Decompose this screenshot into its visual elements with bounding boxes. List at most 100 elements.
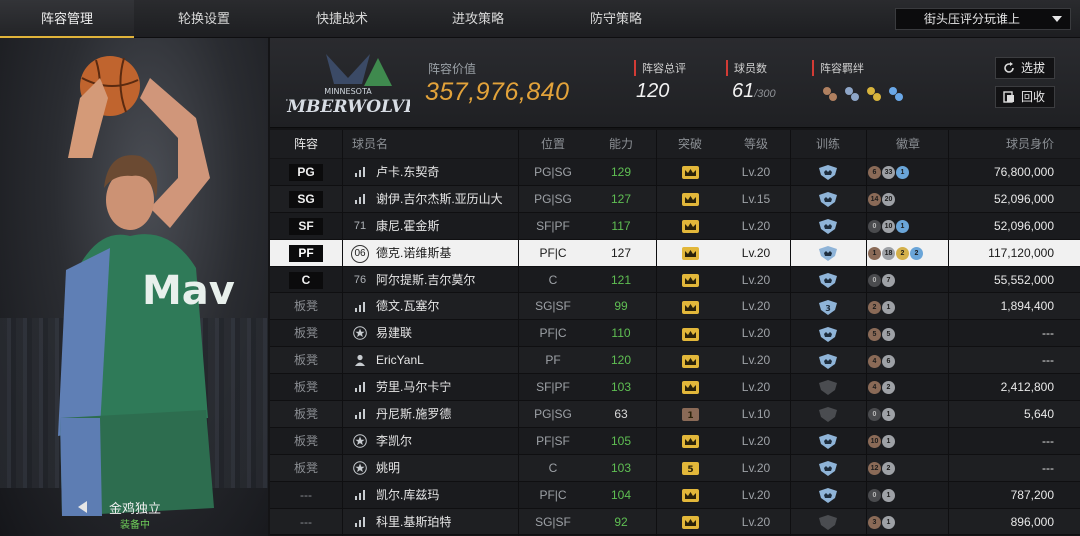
table-row[interactable]: 板凳 劳里.马尔卡宁 SF|PF 103 Lv.20 2,412,800 4 2 [270, 374, 1080, 402]
recycle-button[interactable]: 回收 [995, 86, 1055, 108]
badge-icon: 1 [882, 300, 895, 314]
player-level: Lv.20 [741, 380, 771, 395]
header-breakthrough[interactable]: 突破 [658, 130, 722, 158]
badge-group[interactable]: 31 [868, 509, 948, 535]
table-row[interactable]: --- 凯尔.库兹玛 PF|C 104 Lv.20 787,200 0 1 [270, 481, 1080, 509]
training-shield-icon[interactable] [792, 267, 864, 293]
breakthrough-crown-icon[interactable] [658, 159, 722, 185]
column-divider [790, 130, 791, 536]
header-ability[interactable]: 能力 [588, 130, 654, 158]
breakthrough-crown-icon[interactable] [658, 347, 722, 373]
breakthrough-crown-icon[interactable] [658, 482, 722, 508]
badge-group[interactable]: 55 [868, 320, 948, 346]
badge-group[interactable]: 46 [868, 347, 948, 373]
table-row[interactable]: PF 06 德克.诺维斯基 PF|C 127 Lv.20 117,120,000 1 18 2 2 [270, 239, 1080, 267]
badge-icon: 7 [882, 273, 895, 287]
player-name: 丹尼斯.施罗德 [376, 407, 452, 422]
badge-group[interactable]: 07 [868, 267, 948, 293]
training-shield-icon[interactable] [792, 213, 864, 239]
bond-icon-3 [867, 87, 881, 101]
player-level: Lv.20 [741, 272, 771, 287]
table-row[interactable]: C 76 阿尔提斯.吉尔莫尔 C 121 Lv.20 55,552,000 0 7 [270, 266, 1080, 294]
breakthrough-crown-icon[interactable] [658, 213, 722, 239]
tab-rotation-settings[interactable]: 轮换设置 [134, 0, 274, 38]
training-shield-icon[interactable] [792, 482, 864, 508]
badge-group[interactable]: 21 [868, 293, 948, 319]
badge-group[interactable]: 6 33 1 [868, 159, 948, 185]
breakthrough-crown-icon[interactable] [658, 240, 722, 266]
badge-icon: 2 [882, 462, 895, 476]
table-row[interactable]: 板凳 德文.瓦塞尔 SG|SF 99 Lv.20 1,894,400 3 2 1 [270, 293, 1080, 321]
total-rating-label: 阵容总评 [634, 60, 686, 76]
training-shield-icon[interactable] [792, 455, 864, 481]
table-row[interactable]: PG 卢卡.东契奇 PG|SG 129 Lv.20 76,800,000 6 33 1 [270, 159, 1080, 186]
table-row[interactable]: SG 谢伊.吉尔杰斯.亚历山大 PG|SG 127 Lv.15 52,096,000 14 2… [270, 185, 1080, 213]
lineup-bond-icons[interactable] [818, 83, 908, 105]
badge-group[interactable]: 01 [868, 401, 948, 427]
breakthrough-crown-icon[interactable]: 1 [658, 401, 722, 427]
tab-offense-strategy[interactable]: 进攻策略 [410, 0, 546, 38]
breakthrough-crown-icon[interactable] [658, 267, 722, 293]
bench-label: --- [300, 487, 312, 502]
player-name: 阿尔提斯.吉尔莫尔 [376, 272, 476, 287]
badge-icon: 0 [868, 489, 881, 503]
breakthrough-crown-icon[interactable]: 5 [658, 455, 722, 481]
header-name[interactable]: 球员名 [352, 130, 388, 158]
pick-button[interactable]: 选拔 [995, 57, 1055, 79]
lineup-summary: MINNESOTA TIMBERWOLVES 阵容价值 357,976,840 … [270, 38, 1080, 128]
tab-defense-strategy[interactable]: 防守策略 [546, 0, 686, 38]
header-training[interactable]: 训练 [792, 130, 864, 158]
tab-lineup-management[interactable]: 阵容管理 [0, 0, 134, 38]
badge-group[interactable]: 1 18 2 2 [868, 240, 948, 266]
badge-group[interactable]: 0 10 1 [868, 213, 948, 239]
training-shield-icon[interactable] [792, 428, 864, 454]
table-row[interactable]: SF 71 康尼.霍金斯 SF|PF 117 Lv.20 52,096,000 0 10 1 [270, 212, 1080, 240]
previous-skill-arrow-icon[interactable] [78, 501, 87, 513]
training-shield-icon[interactable] [792, 240, 864, 266]
badge-group[interactable]: 10 1 [868, 428, 948, 454]
training-shield-icon[interactable] [792, 374, 864, 400]
badge-icon: 0 [868, 408, 881, 422]
breakthrough-crown-icon[interactable] [658, 428, 722, 454]
badge-icon: 1 [882, 515, 895, 529]
breakthrough-crown-icon[interactable] [658, 374, 722, 400]
badge-group[interactable]: 42 [868, 374, 948, 400]
breakthrough-crown-icon[interactable] [658, 186, 722, 212]
badge-group[interactable]: 14 20 [868, 186, 948, 212]
player-value: --- [1042, 353, 1054, 368]
training-shield-icon[interactable] [792, 347, 864, 373]
table-row[interactable]: 板凳 姚明 C 103 Lv.20 --- 5 12 2 [270, 454, 1080, 482]
bench-label: 板凳 [293, 460, 318, 475]
header-level[interactable]: 等级 [724, 130, 788, 158]
training-shield-icon[interactable] [792, 320, 864, 346]
header-lineup[interactable]: 阵容 [270, 130, 342, 158]
signal-bars-icon [350, 159, 370, 185]
badge-icon: 4 [868, 381, 881, 395]
roster-rows: PG 卢卡.东契奇 PG|SG 129 Lv.20 76,800,000 6 33 1 SG 谢伊.… [270, 159, 1080, 536]
lineup-position: 板凳 [270, 455, 342, 481]
table-row[interactable]: 板凳 EricYanL PF 120 Lv.20 --- 4 6 [270, 347, 1080, 375]
header-badge[interactable]: 徽章 [868, 130, 948, 158]
badge-group[interactable]: 01 [868, 482, 948, 508]
training-shield-icon[interactable] [792, 186, 864, 212]
badge-group[interactable]: 12 2 [868, 455, 948, 481]
table-row[interactable]: 板凳 易建联 PF|C 110 Lv.20 --- 5 5 [270, 320, 1080, 348]
training-shield-icon[interactable]: 3 [792, 293, 864, 319]
player-position: C [548, 460, 558, 475]
breakthrough-crown-icon[interactable] [658, 320, 722, 346]
breakthrough-crown-icon[interactable] [658, 509, 722, 535]
mode-select[interactable]: 街头压评分玩谁上 [895, 8, 1071, 30]
pick-button-label: 选拔 [1021, 61, 1046, 75]
badge-icon: 6 [868, 166, 881, 180]
header-position[interactable]: 位置 [520, 130, 586, 158]
training-shield-icon[interactable] [792, 401, 864, 427]
training-shield-icon[interactable] [792, 509, 864, 535]
breakthrough-crown-icon[interactable] [658, 293, 722, 319]
table-row[interactable]: 板凳 丹尼斯.施罗德 PG|SG 63 Lv.10 5,640 1 0 1 [270, 401, 1080, 428]
table-row[interactable]: --- 科里.基斯珀特 SG|SF 92 Lv.20 896,000 3 1 [270, 508, 1080, 536]
header-player-value[interactable]: 球员身价 [950, 130, 1054, 158]
player-ability: 99 [614, 299, 628, 314]
table-row[interactable]: 板凳 李凯尔 PF|SF 105 Lv.20 --- 10 1 [270, 427, 1080, 455]
tab-quick-tactics[interactable]: 快捷战术 [274, 0, 410, 38]
training-shield-icon[interactable] [792, 159, 864, 185]
